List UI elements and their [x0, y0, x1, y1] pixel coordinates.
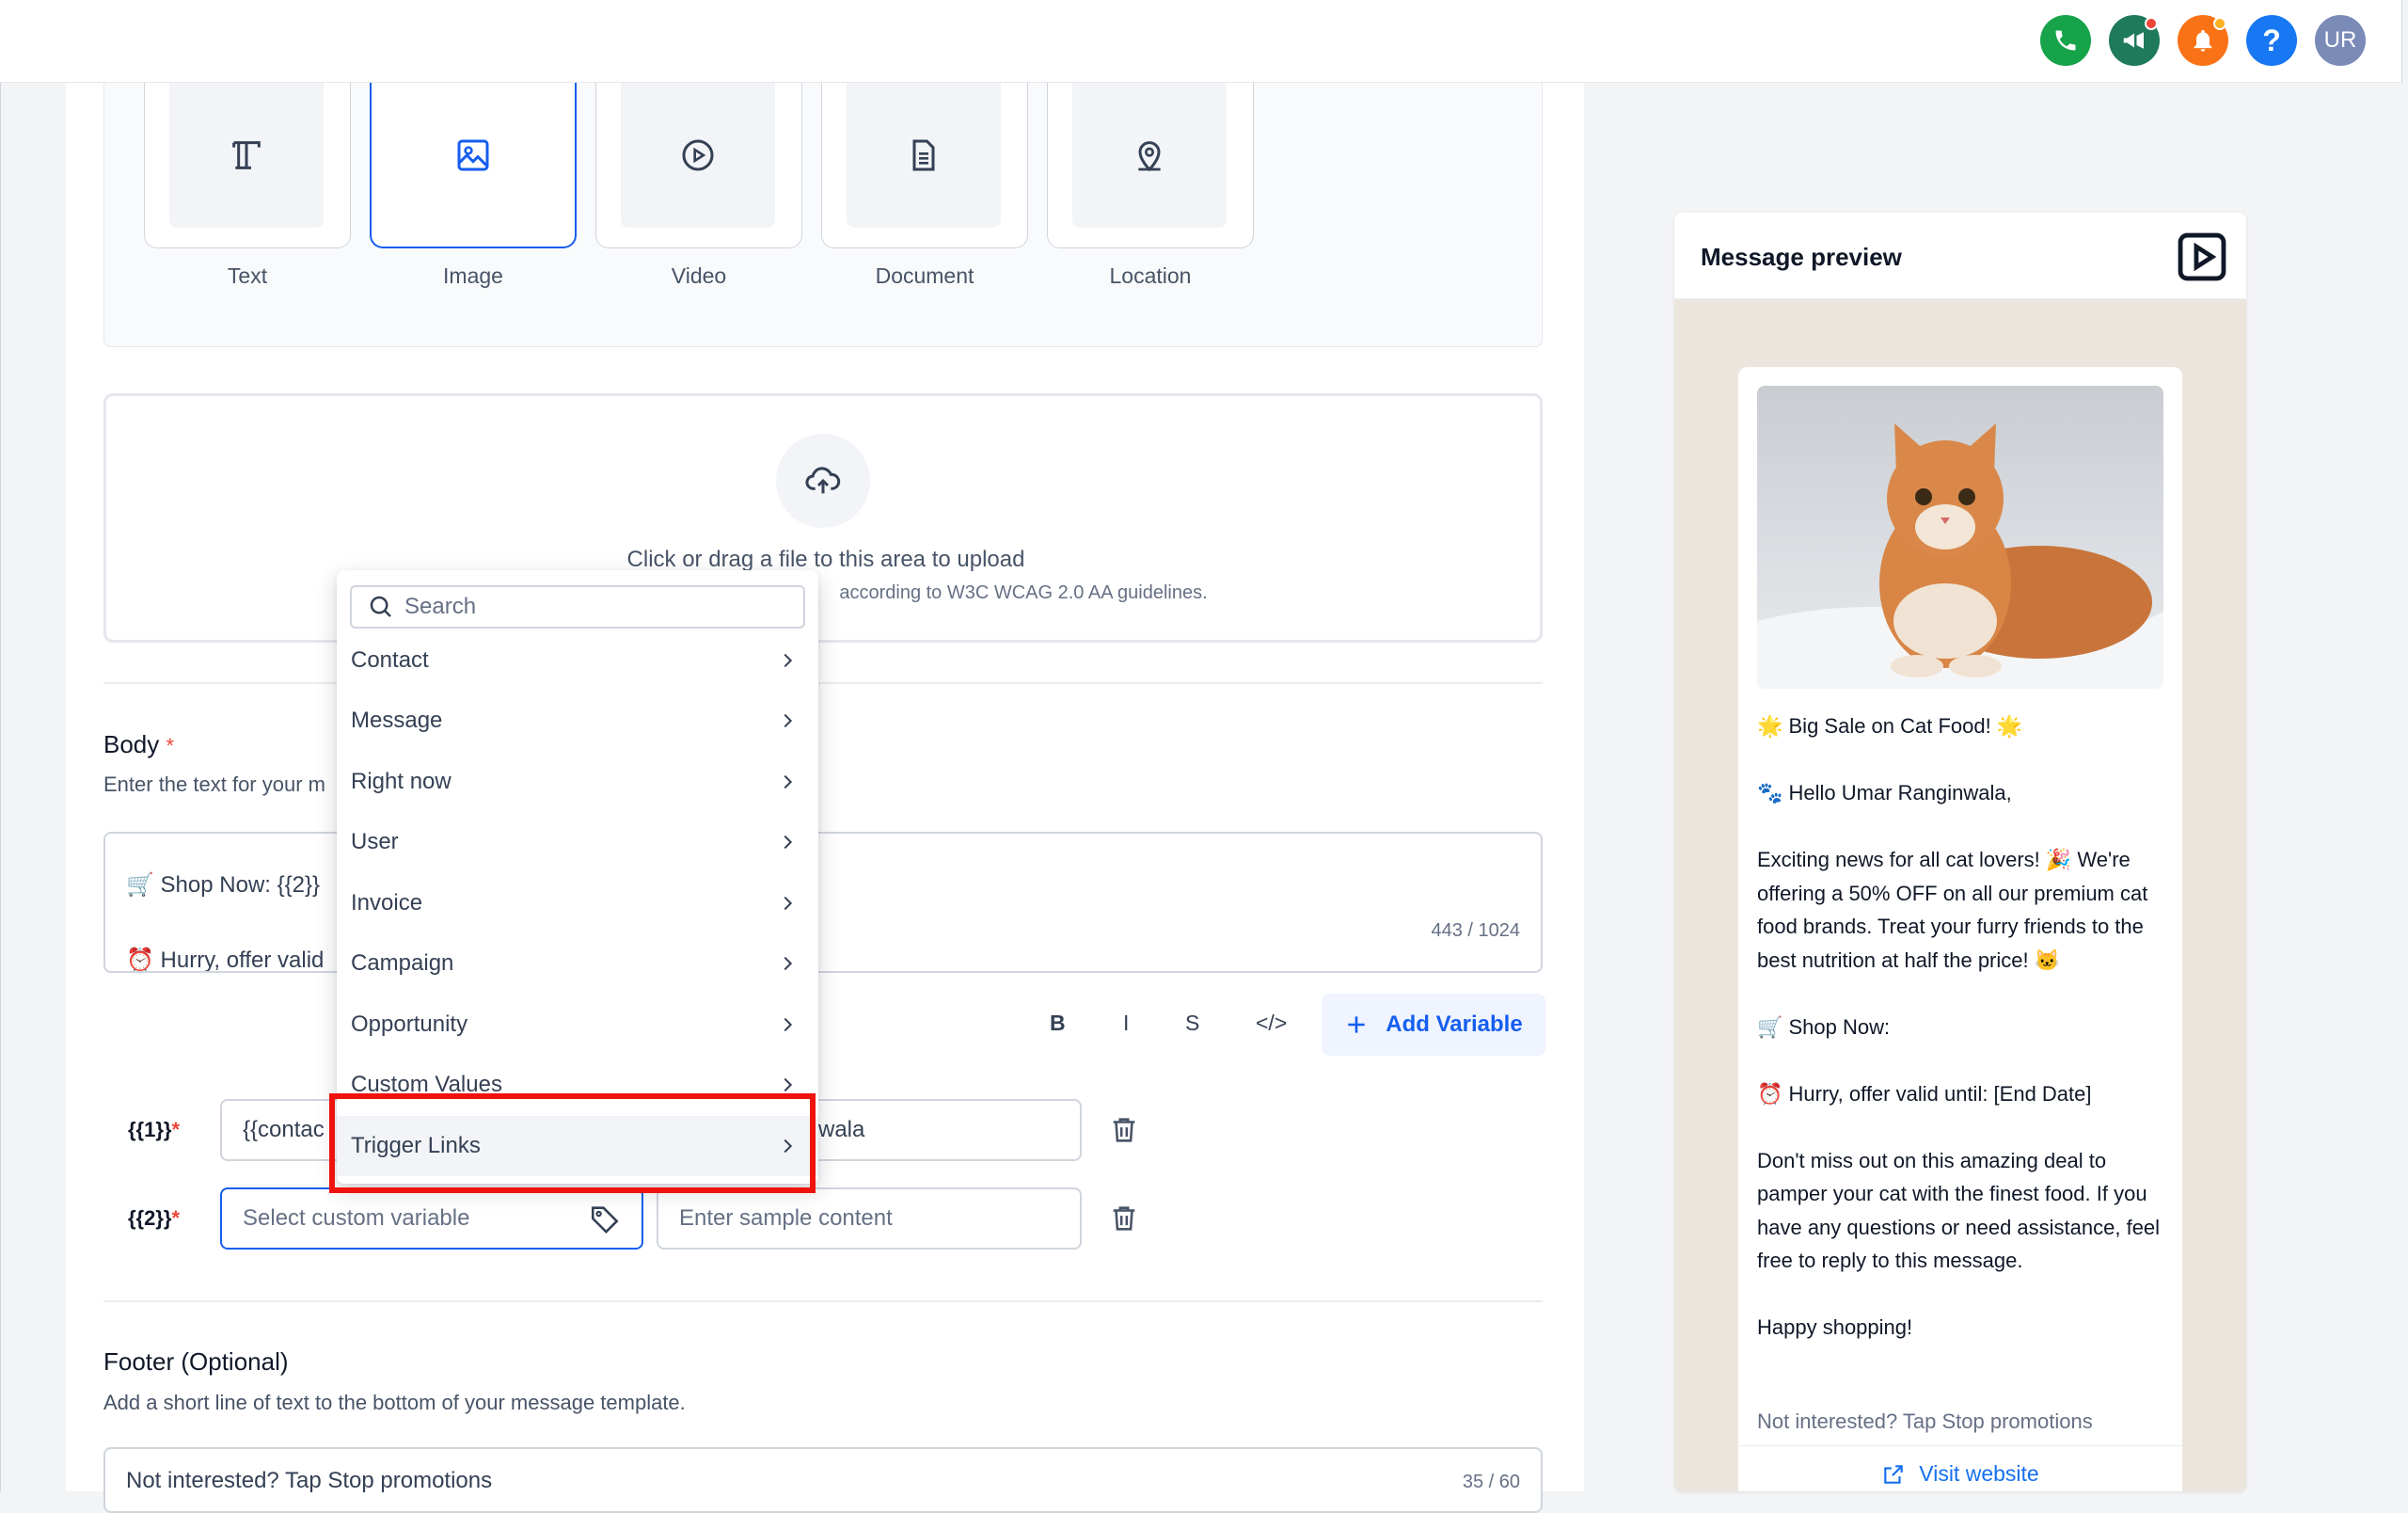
header-type-image[interactable]	[370, 83, 577, 248]
image-icon	[457, 139, 489, 171]
dropdown-item-campaign[interactable]: Campaign	[337, 933, 818, 994]
variable-1-label: {{1}}*	[128, 1118, 181, 1141]
variable-2-sample-input[interactable]: Enter sample content	[657, 1187, 1082, 1250]
avatar-initials: UR	[2323, 27, 2357, 53]
header-type-location[interactable]	[1047, 83, 1254, 248]
preview-title: Message preview	[1701, 243, 1902, 271]
message-bubble: 🌟 Big Sale on Cat Food! 🌟 🐾 Hello Umar R…	[1738, 367, 2182, 1491]
chevron-right-icon	[784, 956, 793, 971]
delete-variable-2-icon[interactable]	[1108, 1202, 1140, 1234]
footer-input[interactable]: Not interested? Tap Stop promotions 35 /…	[103, 1447, 1543, 1513]
header-type-text[interactable]	[144, 83, 351, 248]
file-upload-dropzone[interactable]: Click or drag a file to this area to upl…	[103, 393, 1543, 643]
variable-category-dropdown: Search Contact Message Right now User In…	[337, 570, 818, 1184]
help-icon[interactable]: ?	[2246, 15, 2297, 66]
footer-title: Footer (Optional)	[103, 1347, 289, 1376]
search-icon	[370, 596, 391, 617]
footer-subtitle: Add a short line of text to the bottom o…	[103, 1391, 686, 1414]
dropdown-item-user[interactable]: User	[337, 812, 818, 872]
italic-button[interactable]: I	[1123, 1011, 1129, 1036]
notification-dot	[2145, 17, 2158, 30]
delete-variable-1-icon[interactable]	[1108, 1114, 1140, 1146]
text-icon	[232, 141, 261, 169]
bell-icon[interactable]	[2178, 15, 2228, 66]
template-editor: Text Image Video Document Location Click…	[66, 83, 1584, 1513]
add-variable-button[interactable]: Add Variable	[1322, 994, 1545, 1056]
plus-icon	[1348, 1016, 1365, 1033]
top-icons: ? UR	[2040, 15, 2366, 66]
header-type-text-label: Text	[227, 263, 268, 288]
required-mark: *	[166, 734, 175, 757]
upload-subtitle: according to W3C WCAG 2.0 AA guidelines.	[839, 582, 1208, 603]
preview-footer-text: Not interested? Tap Stop promotions	[1757, 1409, 2093, 1433]
variable-2-sample-placeholder: Enter sample content	[679, 1205, 893, 1231]
phone-icon[interactable]	[2040, 15, 2091, 66]
chevron-right-icon	[784, 1017, 793, 1032]
avatar[interactable]: UR	[2315, 15, 2366, 66]
body-line: ⏰ Hurry, offer valid	[126, 948, 325, 973]
header-type-location-label: Location	[1109, 263, 1192, 288]
dropdown-item-right-now[interactable]: Right now	[337, 752, 818, 812]
dropdown-search-input[interactable]: Search	[350, 585, 805, 629]
variable-2-placeholder: Select custom variable	[243, 1205, 470, 1231]
cloud-upload-icon	[805, 467, 841, 494]
dropdown-item-message[interactable]: Message	[337, 691, 818, 751]
chat-background: 🌟 Big Sale on Cat Food! 🌟 🐾 Hello Umar R…	[1674, 299, 2246, 1491]
body-line: 🛒 Shop Now: {{2}}	[126, 872, 321, 898]
location-pin-icon	[1138, 141, 1161, 172]
bold-button[interactable]: B	[1050, 1011, 1066, 1036]
external-link-icon	[1884, 1464, 1904, 1484]
section-divider	[103, 682, 1543, 684]
variable-2-custom-select[interactable]: Select custom variable	[220, 1187, 643, 1250]
footer-char-counter: 35 / 60	[1462, 1472, 1520, 1492]
header-type-video[interactable]	[595, 83, 802, 248]
add-variable-label: Add Variable	[1386, 1011, 1523, 1037]
top-bar: ? UR	[0, 0, 2402, 83]
section-divider	[103, 1300, 1543, 1302]
play-preview-icon[interactable]	[2175, 230, 2229, 284]
header-type-document-label: Document	[875, 263, 974, 288]
megaphone-icon[interactable]	[2109, 15, 2160, 66]
visit-website-label: Visit website	[1919, 1461, 2039, 1486]
notification-dot	[2213, 17, 2226, 30]
footer-value: Not interested? Tap Stop promotions	[126, 1468, 493, 1493]
preview-message-text: 🌟 Big Sale on Cat Food! 🌟 🐾 Hello Umar R…	[1757, 714, 2161, 1339]
body-title: Body *	[103, 730, 175, 758]
strikethrough-button[interactable]: S	[1185, 1011, 1199, 1036]
body-char-counter: 443 / 1024	[1431, 920, 1520, 941]
left-gutter	[0, 83, 66, 1491]
variable-1-value: {{contac	[243, 1117, 325, 1142]
dropdown-item-opportunity[interactable]: Opportunity	[337, 995, 818, 1055]
help-glyph: ?	[2262, 23, 2281, 57]
chevron-right-icon	[784, 653, 793, 668]
search-placeholder: Search	[404, 594, 477, 619]
upload-icon-circle	[776, 434, 870, 528]
header-type-document[interactable]	[821, 83, 1028, 248]
chevron-right-icon	[784, 774, 793, 789]
chevron-right-icon	[784, 896, 793, 911]
tag-icon[interactable]	[589, 1202, 621, 1234]
chevron-right-icon	[784, 1077, 793, 1092]
cat-image	[1757, 386, 2163, 689]
message-preview-panel: Message preview 🌟 Big Sale on Cat Food! …	[1674, 213, 2246, 1491]
header-type-selector: Text Image Video Document Location	[103, 83, 1543, 347]
visit-website-button[interactable]: Visit website	[1738, 1445, 2182, 1491]
body-textarea[interactable]: 🛒 Shop Now: {{2}} ⏰ Hurry, offer valid 4…	[103, 832, 1543, 973]
highlight-annotation-box	[329, 1093, 816, 1193]
chevron-right-icon	[784, 713, 793, 728]
dropdown-item-invoice[interactable]: Invoice	[337, 873, 818, 933]
body-subtitle: Enter the text for your m	[103, 772, 325, 796]
upload-title: Click or drag a file to this area to upl…	[626, 547, 1025, 572]
chevron-right-icon	[784, 835, 793, 850]
code-button[interactable]: </>	[1256, 1011, 1287, 1036]
dropdown-item-contact[interactable]: Contact	[337, 630, 818, 691]
header-type-image-label: Image	[443, 263, 503, 288]
document-icon	[912, 139, 935, 171]
header-type-video-label: Video	[671, 263, 727, 288]
variable-2-label: {{2}}*	[128, 1206, 181, 1230]
preview-header: Message preview	[1674, 213, 2246, 299]
video-play-icon	[682, 139, 714, 171]
